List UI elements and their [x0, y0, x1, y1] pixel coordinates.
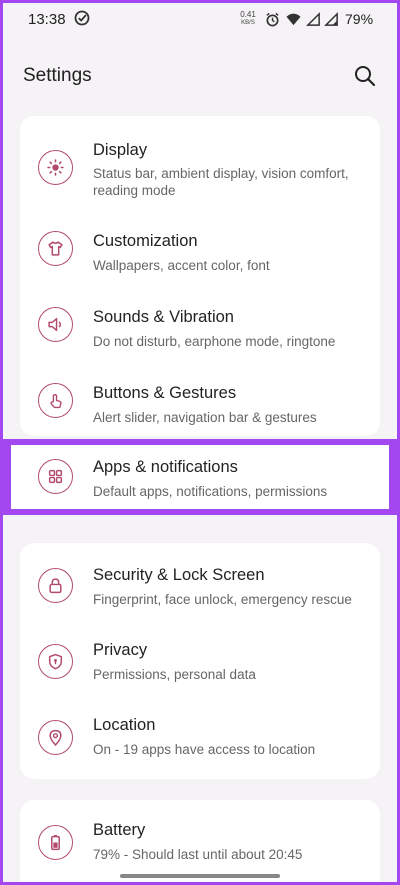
sun-icon	[47, 159, 64, 176]
network-speed-unit: KB/S	[241, 20, 255, 26]
settings-card-1: Display Status bar, ambient display, vis…	[20, 116, 380, 436]
settings-item-display[interactable]: Display Status bar, ambient display, vis…	[20, 128, 380, 208]
buttons-subtitle: Alert slider, navigation bar & gestures	[93, 410, 317, 425]
apps-notifications-row[interactable]: Apps & notifications Default apps, notif…	[21, 447, 381, 507]
apps-title: Apps & notifications	[93, 458, 238, 476]
location-icon-circle	[38, 720, 73, 755]
location-subtitle: On - 19 apps have access to location	[93, 742, 316, 757]
apps-subtitle: Default apps, notifications, permissions	[93, 484, 328, 499]
display-subtitle: Status bar, ambient display, vision comf…	[93, 166, 349, 198]
battery-percent: 79%	[345, 11, 374, 27]
settings-item-location[interactable]: Location On - 19 apps have access to loc…	[20, 703, 380, 773]
customization-subtitle: Wallpapers, accent color, font	[93, 258, 270, 273]
location-pin-icon	[49, 729, 62, 746]
buttons-title: Buttons & Gestures	[93, 384, 237, 402]
settings-item-apps-notifications[interactable]: Apps & notifications Default apps, notif…	[11, 445, 389, 509]
navigation-gesture-bar[interactable]	[120, 874, 280, 878]
gesture-icon	[50, 393, 62, 409]
settings-item-battery[interactable]: Battery 79% - Should last until about 20…	[20, 808, 380, 878]
privacy-title: Privacy	[93, 641, 148, 659]
settings-item-customization[interactable]: Customization Wallpapers, accent color, …	[20, 214, 380, 284]
sounds-subtitle: Do not disturb, earphone mode, ringtone	[93, 334, 336, 349]
status-time: 13:38	[28, 11, 66, 28]
security-title: Security & Lock Screen	[93, 566, 265, 584]
location-title: Location	[93, 716, 156, 734]
status-bar: 13:38 0.41 KB/S 79%	[3, 3, 397, 35]
settings-card-2: Security & Lock Screen Fingerprint, face…	[20, 543, 380, 779]
settings-card-3: Battery 79% - Should last until about 20…	[20, 800, 380, 882]
signal-icon-2	[324, 12, 338, 26]
settings-item-buttons-gestures[interactable]: Buttons & Gestures Alert slider, navigat…	[20, 366, 380, 436]
settings-item-security[interactable]: Security & Lock Screen Fingerprint, face…	[20, 551, 380, 621]
customization-icon-circle	[38, 231, 73, 266]
tshirt-icon	[48, 241, 63, 256]
settings-item-privacy[interactable]: Privacy Permissions, personal data	[20, 627, 380, 697]
apps-grid-icon	[48, 469, 63, 484]
buttons-icon-circle	[38, 383, 73, 418]
security-subtitle: Fingerprint, face unlock, emergency resc…	[93, 592, 352, 607]
sounds-icon-circle	[38, 307, 73, 342]
battery-icon-circle	[38, 825, 73, 860]
wifi-icon	[286, 13, 301, 26]
network-speed-value: 0.41	[240, 10, 256, 19]
lock-icon	[49, 578, 62, 594]
check-circle-icon	[74, 10, 90, 26]
speaker-icon	[48, 317, 62, 332]
settings-item-sounds[interactable]: Sounds & Vibration Do not disturb, earph…	[20, 290, 380, 360]
display-title: Display	[93, 141, 148, 159]
battery-title: Battery	[93, 821, 146, 839]
signal-icon	[306, 12, 320, 26]
security-icon-circle	[38, 568, 73, 603]
page-title: Settings	[23, 65, 92, 86]
highlight-frame: Apps & notifications Default apps, notif…	[3, 439, 397, 515]
privacy-icon-circle	[38, 644, 73, 679]
alarm-icon	[266, 12, 279, 27]
sounds-title: Sounds & Vibration	[93, 308, 234, 326]
battery-subtitle: 79% - Should last until about 20:45	[93, 847, 303, 862]
search-icon[interactable]	[353, 64, 377, 88]
apps-icon-circle	[38, 459, 73, 494]
battery-icon	[51, 835, 60, 851]
customization-title: Customization	[93, 232, 198, 250]
network-speed: 0.41 KB/S	[239, 11, 257, 27]
privacy-subtitle: Permissions, personal data	[93, 667, 256, 682]
shield-icon	[48, 653, 63, 670]
display-icon-circle	[38, 150, 73, 185]
settings-screen: 13:38 0.41 KB/S 79% Settings Display Sta…	[3, 3, 397, 882]
